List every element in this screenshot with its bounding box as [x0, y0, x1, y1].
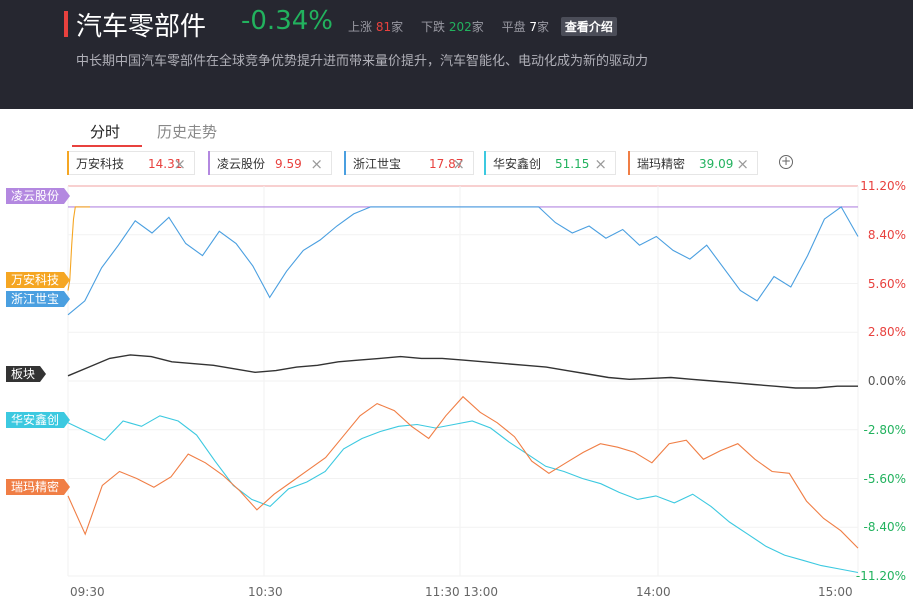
x-tick-label: 10:30 [248, 585, 283, 599]
x-tick-label: 09:30 [70, 585, 105, 599]
series-flag: 万安科技 [6, 272, 71, 288]
chart-canvas [67, 185, 859, 577]
y-tick-label: -2.80% [863, 422, 906, 437]
y-tick-label: 2.80% [867, 325, 906, 340]
y-tick-label: 5.60% [867, 276, 906, 291]
series-line-浙江世宝 [67, 206, 859, 316]
series-flag: 瑞玛精密 [6, 479, 71, 495]
y-tick-label: -8.40% [863, 520, 906, 535]
series-flag: 凌云股份 [6, 188, 71, 204]
series-line-瑞玛精密 [67, 395, 859, 549]
series-flag: 板块 [6, 366, 47, 382]
y-tick-label: 0.00% [867, 374, 906, 388]
x-tick-label: 15:00 [818, 585, 853, 599]
x-tick-label: 11:30 13:00 [425, 585, 498, 599]
y-tick-label: 8.40% [867, 227, 906, 242]
y-tick-label: -5.60% [863, 471, 906, 486]
series-line-华安鑫创 [67, 415, 859, 574]
y-tick-label: -11.20% [855, 569, 906, 583]
x-tick-label: 14:00 [636, 585, 671, 599]
series-flag: 华安鑫创 [6, 412, 71, 428]
series-line-万安科技 [67, 206, 90, 291]
y-tick-label: 11.20% [860, 179, 906, 193]
series-flag: 浙江世宝 [6, 291, 71, 307]
series-line-板块 [67, 354, 858, 389]
